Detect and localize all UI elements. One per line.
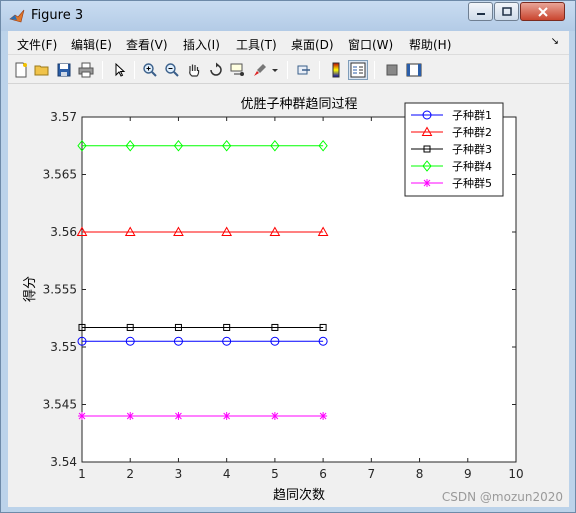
new-figure-icon[interactable] <box>11 60 31 80</box>
dock-arrow-icon[interactable]: ↘ <box>551 36 559 47</box>
watermark: CSDN @mozun2020 <box>442 490 563 504</box>
data-point <box>270 412 279 420</box>
menu-edit[interactable]: 编辑(E) <box>71 36 112 53</box>
print-icon[interactable] <box>76 60 96 80</box>
menu-window[interactable]: 窗口(W) <box>348 36 393 53</box>
figure-window: Figure 3 文件(F) 编辑(E) 查看(V) 插入(I) 工具(T) 桌… <box>0 0 576 513</box>
x-axis-label: 趋同次数 <box>273 487 325 503</box>
close-icon <box>537 6 548 17</box>
menu-tools[interactable]: 工具(T) <box>236 36 277 53</box>
x-tick-label: 6 <box>319 467 327 481</box>
save-icon[interactable] <box>54 60 74 80</box>
x-tick-label: 2 <box>126 467 134 481</box>
data-point <box>126 412 135 420</box>
menu-insert[interactable]: 插入(I) <box>183 36 220 53</box>
x-tick-label: 9 <box>464 467 472 481</box>
zoom-out-icon[interactable] <box>162 60 182 80</box>
show-plot-tools-icon[interactable] <box>404 60 424 80</box>
title-bar[interactable]: Figure 3 <box>1 1 575 31</box>
open-file-icon[interactable] <box>32 60 52 80</box>
x-tick-label: 10 <box>508 467 523 481</box>
y-axis-label: 得分 <box>22 276 38 302</box>
menu-bar: 文件(F) 编辑(E) 查看(V) 插入(I) 工具(T) 桌面(D) 窗口(W… <box>8 31 569 55</box>
y-tick-label: 3.565 <box>43 168 77 182</box>
data-point <box>174 412 183 420</box>
x-tick-label: 4 <box>223 467 231 481</box>
edit-plot-arrow-icon[interactable] <box>109 60 129 80</box>
rotate-3d-icon[interactable] <box>206 60 226 80</box>
plot-svg: 优胜子种群趋同过程 3.54 3.545 3.55 3.555 3.56 3.565 3.5… <box>22 97 563 504</box>
data-cursor-icon[interactable] <box>228 60 248 80</box>
y-tick-label: 3.555 <box>43 283 77 297</box>
legend-label: 子种群4 <box>452 159 492 173</box>
legend-label: 子种群3 <box>452 142 492 156</box>
zoom-in-icon[interactable] <box>140 60 160 80</box>
y-tick-label: 3.56 <box>50 225 77 239</box>
x-tick-label: 8 <box>416 467 424 481</box>
minimize-button[interactable] <box>468 2 493 21</box>
brush-dropdown-icon[interactable] <box>270 60 280 80</box>
maximize-button[interactable] <box>494 2 519 21</box>
toolbar-separator <box>102 61 103 79</box>
colorbar-icon[interactable] <box>326 60 346 80</box>
menu-help[interactable]: 帮助(H) <box>409 36 451 53</box>
y-tick-label: 3.57 <box>50 110 77 124</box>
toolbar-separator <box>374 61 375 79</box>
hide-plot-tools-icon[interactable] <box>382 60 402 80</box>
menu-file[interactable]: 文件(F) <box>17 36 57 53</box>
y-tick-label: 3.55 <box>50 340 77 354</box>
close-button[interactable] <box>520 2 565 21</box>
figure-canvas: 优胜子种群趋同过程 3.54 3.545 3.55 3.555 3.56 3.565 3.5… <box>8 85 569 507</box>
legend-marker <box>423 179 431 187</box>
toolbar-separator <box>287 61 288 79</box>
menu-desktop[interactable]: 桌面(D) <box>291 36 334 53</box>
x-tick-label: 1 <box>78 467 86 481</box>
legend-label: 子种群5 <box>452 176 492 190</box>
y-tick-label: 3.545 <box>43 398 77 412</box>
figure-client-area: 文件(F) 编辑(E) 查看(V) 插入(I) 工具(T) 桌面(D) 窗口(W… <box>8 31 569 507</box>
menu-view[interactable]: 查看(V) <box>126 36 168 53</box>
x-tick-label: 5 <box>271 467 279 481</box>
data-point <box>319 412 328 420</box>
maximize-icon <box>501 7 512 16</box>
data-point <box>222 412 231 420</box>
brush-icon[interactable] <box>250 60 270 80</box>
figure-toolbar <box>8 56 569 84</box>
legend-label: 子种群1 <box>452 108 492 122</box>
y-tick-label: 3.54 <box>50 455 77 469</box>
toolbar-separator <box>134 61 135 79</box>
minimize-icon <box>476 12 485 15</box>
x-tick-label: 3 <box>175 467 183 481</box>
matlab-logo-icon <box>9 9 25 23</box>
pan-hand-icon[interactable] <box>184 60 204 80</box>
legend[interactable]: 子种群1 子种群2 子种群3 子种群4 子种群5 <box>404 102 504 197</box>
link-plot-icon[interactable] <box>294 60 314 80</box>
x-tick-label: 7 <box>368 467 376 481</box>
legend-label: 子种群2 <box>452 125 492 139</box>
data-point <box>78 412 86 420</box>
toolbar-separator <box>319 61 320 79</box>
window-title: Figure 3 <box>31 8 84 23</box>
legend-icon[interactable] <box>348 60 368 80</box>
chart-title: 优胜子种群趋同过程 <box>240 97 357 112</box>
